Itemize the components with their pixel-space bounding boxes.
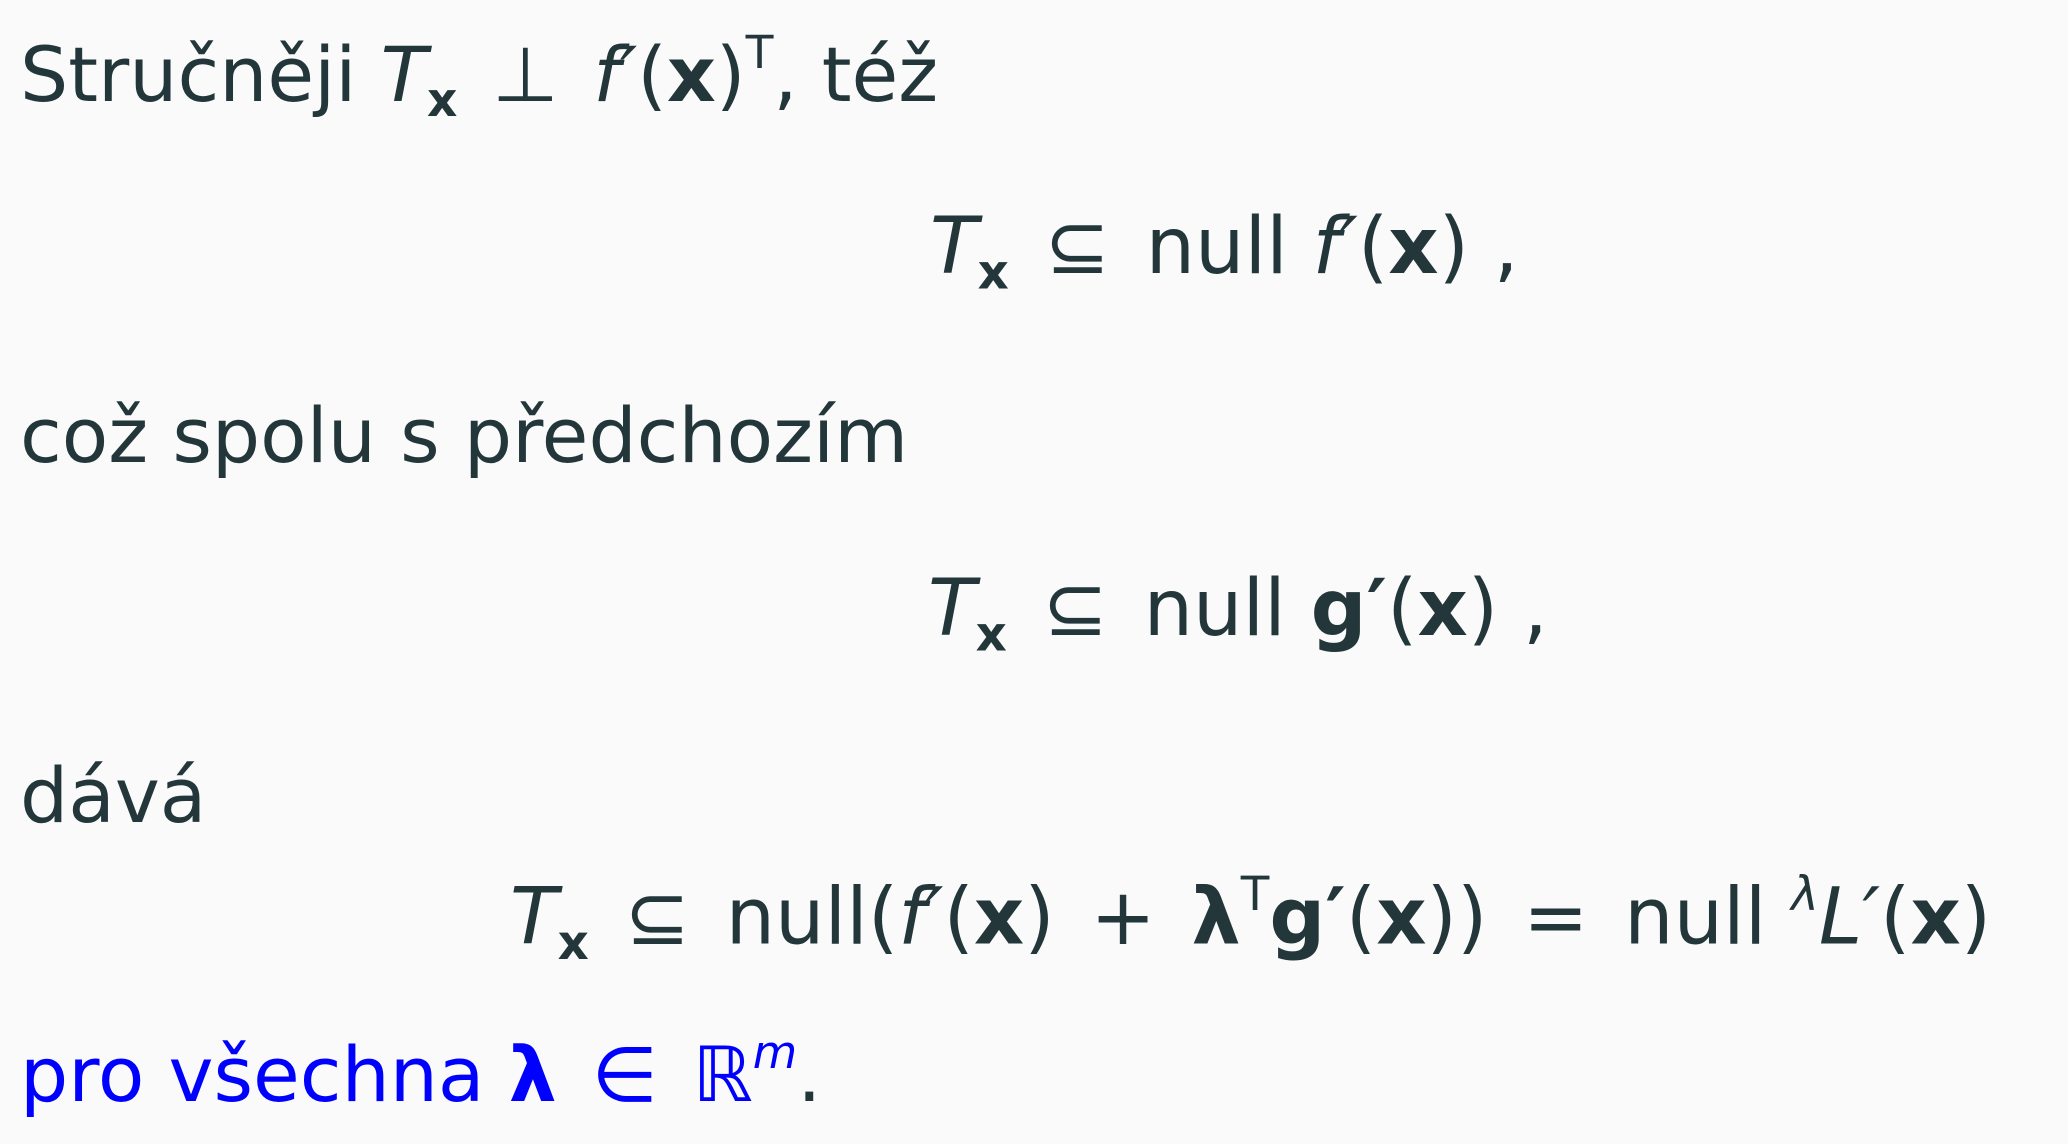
- comma: ,: [1493, 202, 1519, 292]
- null-operator: null: [725, 872, 868, 963]
- transpose-symbol: T: [745, 26, 774, 79]
- paren-open: (: [1357, 202, 1389, 292]
- tangent-space-subscript: x: [977, 244, 1009, 301]
- plus-symbol: +: [1090, 872, 1156, 963]
- lambda-vector: λ: [1191, 872, 1241, 963]
- paren-open: (: [867, 872, 899, 963]
- paren-open: (: [943, 872, 974, 963]
- tangent-space-symbol: T: [928, 564, 976, 654]
- period: .: [797, 1029, 822, 1119]
- paren-close: ): [1438, 202, 1469, 292]
- lagrangian-prime-symbol: L′: [1818, 872, 1881, 963]
- double-paren-close: )): [1426, 872, 1488, 963]
- quantifier-line: pro všechna λ ∈ ℝm.: [20, 1030, 821, 1113]
- intro-prefix-text: Stručněji: [20, 29, 357, 119]
- final-prefix-text: pro všechna: [20, 1029, 485, 1119]
- subseteq-symbol: ⊆: [624, 872, 690, 963]
- intro-line: Stručněji Tx ⊥ f′(x)T, též: [20, 30, 938, 124]
- element-of-symbol: ∈: [591, 1029, 658, 1119]
- f-prime-symbol: f′: [593, 29, 638, 119]
- perp-symbol: ⊥: [492, 29, 559, 119]
- dimension-superscript: m: [752, 1026, 798, 1079]
- subseteq-symbol: ⊆: [1044, 202, 1110, 292]
- x-vector: x: [973, 872, 1025, 963]
- equation-null-g: Tx ⊆ null g′(x) ,: [928, 570, 1548, 659]
- x-vector: x: [666, 29, 716, 119]
- equals-symbol: =: [1523, 872, 1589, 963]
- comma: ,: [1523, 564, 1548, 654]
- paren-open: (: [637, 29, 667, 119]
- x-vector: x: [1376, 872, 1427, 963]
- tangent-space-symbol: T: [380, 29, 428, 119]
- g-prime-symbol: g′: [1269, 872, 1346, 963]
- paren-close: ): [1024, 872, 1055, 963]
- g-prime-symbol: g′: [1310, 564, 1388, 654]
- gives-line: dává: [20, 758, 206, 834]
- null-operator: null: [1624, 872, 1767, 963]
- lambda-vector: λ: [508, 1029, 557, 1119]
- null-operator: null: [1145, 202, 1288, 292]
- paren-open: (: [1345, 872, 1377, 963]
- null-operator: null: [1143, 564, 1286, 654]
- gives-text: dává: [20, 751, 207, 840]
- paren-open: (: [1387, 564, 1418, 654]
- paren-close: ): [1467, 564, 1499, 654]
- equation-null-f: Tx ⊆ null f′(x) ,: [930, 208, 1519, 297]
- paren-open: (: [1880, 872, 1911, 963]
- lambda-superscript: λ: [1791, 868, 1819, 922]
- f-prime-symbol: f′: [898, 872, 944, 963]
- paren-close: ): [715, 29, 746, 119]
- x-vector: x: [1910, 872, 1961, 963]
- x-vector: x: [1417, 564, 1468, 654]
- intro-suffix-text: , též: [773, 29, 939, 119]
- tangent-space-symbol: T: [930, 202, 978, 292]
- reals-symbol: ℝ: [692, 1029, 753, 1119]
- tangent-space-subscript: x: [975, 606, 1007, 663]
- tangent-space-subscript: x: [427, 72, 458, 128]
- transpose-symbol: T: [1240, 868, 1270, 922]
- tangent-space-symbol: T: [510, 872, 558, 963]
- mid-text: což spolu s předchozím: [20, 391, 909, 480]
- subseteq-symbol: ⊆: [1042, 564, 1108, 654]
- paren-close: ): [1960, 872, 1992, 963]
- f-prime-symbol: f′: [1312, 202, 1358, 292]
- x-vector: x: [1388, 202, 1439, 292]
- tangent-space-subscript: x: [557, 915, 589, 972]
- mid-line: což spolu s předchozím: [20, 398, 908, 474]
- equation-lagrangian: Tx ⊆ null(f′(x) + λTg′(x)) = null λL′(x): [510, 872, 1991, 968]
